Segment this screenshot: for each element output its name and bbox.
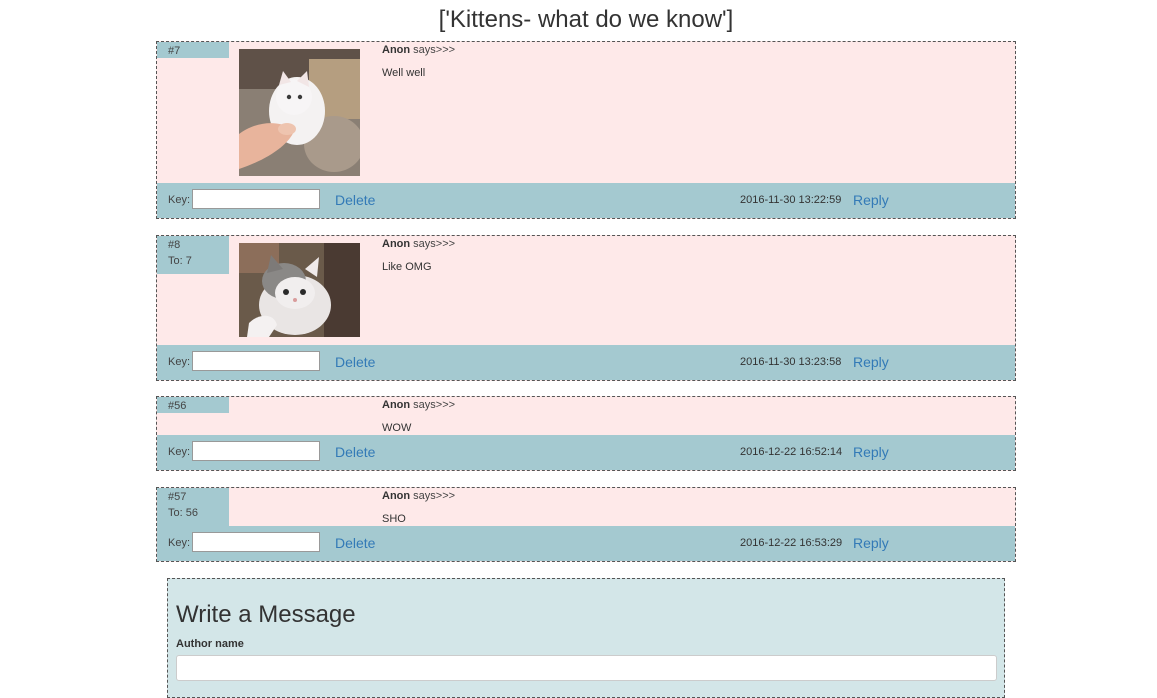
- reply-link[interactable]: Reply: [853, 192, 889, 208]
- delete-link[interactable]: Delete: [335, 535, 375, 551]
- post-id: #56: [168, 400, 187, 412]
- key-input[interactable]: [192, 351, 320, 371]
- delete-link[interactable]: Delete: [335, 444, 375, 460]
- post: #56 Anon says>>> WOW Key: Delete 2016-12…: [156, 396, 1016, 471]
- post-id: #57: [168, 491, 187, 503]
- compose-message-panel: Write a Message Author name: [167, 578, 1005, 698]
- post-number-badge: #56: [157, 397, 229, 413]
- key-label: Key:: [168, 356, 191, 368]
- post-message: WOW: [382, 422, 412, 434]
- post-author-line: Anon says>>>: [382, 238, 455, 250]
- post-number-badge: #7: [157, 42, 229, 58]
- key-input[interactable]: [192, 532, 320, 552]
- key-input[interactable]: [192, 441, 320, 461]
- post-image[interactable]: [239, 49, 360, 176]
- reply-link[interactable]: Reply: [853, 535, 889, 551]
- key-input[interactable]: [192, 189, 320, 209]
- post-message: SHO: [382, 513, 406, 525]
- post-author-line: Anon says>>>: [382, 490, 455, 502]
- author-name: Anon: [382, 238, 411, 250]
- delete-link[interactable]: Delete: [335, 354, 375, 370]
- author-name-label: Author name: [176, 638, 244, 650]
- says-label: says>>>: [413, 490, 456, 502]
- reply-link[interactable]: Reply: [853, 354, 889, 370]
- says-label: says>>>: [413, 399, 456, 411]
- post-date: 2016-11-30 13:22:59: [740, 194, 842, 206]
- post-number-badge: #57 To: 56: [157, 488, 229, 528]
- post-author-line: Anon says>>>: [382, 44, 455, 56]
- reply-to: To: 56: [168, 507, 198, 519]
- post-number-badge: #8 To: 7: [157, 236, 229, 274]
- key-label: Key:: [168, 446, 191, 458]
- post-footer: Key: Delete 2016-12-22 16:53:29 Reply: [157, 526, 1015, 561]
- post-date: 2016-11-30 13:23:58: [740, 356, 842, 368]
- author-name: Anon: [382, 44, 411, 56]
- post-author-line: Anon says>>>: [382, 399, 455, 411]
- key-label: Key:: [168, 194, 191, 206]
- author-name-input[interactable]: [176, 655, 997, 681]
- post: #7 Anon says>>> Well well Key: Delete 20…: [156, 41, 1016, 219]
- post-footer: Key: Delete 2016-11-30 13:22:59 Reply: [157, 183, 1015, 218]
- reply-to: To: 7: [168, 255, 192, 267]
- post: #8 To: 7 Anon says>>> Like OMG Key: Dele…: [156, 235, 1016, 381]
- post-footer: Key: Delete 2016-12-22 16:52:14 Reply: [157, 435, 1015, 470]
- thread-title: ['Kittens- what do we know']: [438, 6, 734, 33]
- post-footer: Key: Delete 2016-11-30 13:23:58 Reply: [157, 345, 1015, 380]
- key-label: Key:: [168, 537, 191, 549]
- says-label: says>>>: [413, 238, 456, 250]
- says-label: says>>>: [413, 44, 456, 56]
- post-id: #7: [168, 45, 181, 57]
- post-id: #8: [168, 239, 181, 251]
- author-name: Anon: [382, 490, 411, 502]
- post-date: 2016-12-22 16:52:14: [740, 446, 843, 458]
- post-message: Well well: [382, 67, 426, 79]
- delete-link[interactable]: Delete: [335, 192, 375, 208]
- author-name: Anon: [382, 399, 411, 411]
- post-message: Like OMG: [382, 261, 432, 273]
- post-image[interactable]: [239, 243, 360, 337]
- reply-link[interactable]: Reply: [853, 444, 889, 460]
- post: #57 To: 56 Anon says>>> SHO Key: Delete …: [156, 487, 1016, 562]
- compose-title: Write a Message: [176, 601, 356, 628]
- post-date: 2016-12-22 16:53:29: [740, 537, 843, 549]
